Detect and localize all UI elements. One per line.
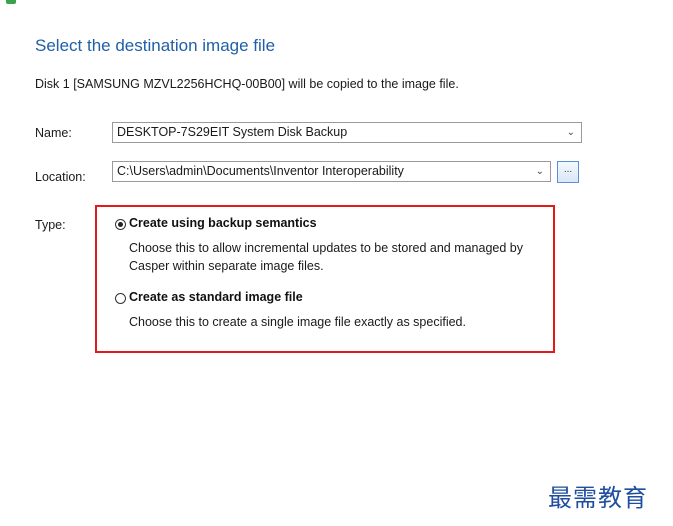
standard-image-title[interactable]: Create as standard image file bbox=[129, 290, 303, 304]
backup-semantics-description: Choose this to allow incremental updates… bbox=[129, 241, 523, 273]
watermark: 最需教育 bbox=[548, 484, 648, 512]
location-value: C:\Users\admin\Documents\Inventor Intero… bbox=[117, 164, 404, 178]
backup-semantics-radio[interactable] bbox=[115, 219, 126, 230]
page-description: Disk 1 [SAMSUNG MZVL2256HCHQ-00B00] will… bbox=[35, 77, 459, 91]
chevron-down-icon[interactable]: ⌄ bbox=[567, 123, 575, 142]
chevron-down-icon[interactable]: ⌄ bbox=[536, 162, 544, 181]
name-value: DESKTOP-7S29EIT System Disk Backup bbox=[117, 125, 348, 139]
backup-semantics-title[interactable]: Create using backup semantics bbox=[129, 216, 317, 230]
cropped-header-strip bbox=[0, 0, 300, 8]
name-label: Name: bbox=[35, 126, 72, 140]
standard-image-description: Choose this to create a single image fil… bbox=[129, 315, 466, 329]
type-label: Type: bbox=[35, 218, 66, 232]
location-combobox[interactable]: C:\Users\admin\Documents\Inventor Intero… bbox=[112, 161, 551, 182]
check-icon bbox=[6, 0, 16, 4]
browse-button[interactable]: ... bbox=[557, 161, 579, 183]
page-title: Select the destination image file bbox=[35, 36, 276, 55]
location-label: Location: bbox=[35, 170, 86, 184]
standard-image-radio[interactable] bbox=[115, 293, 126, 304]
name-combobox[interactable]: DESKTOP-7S29EIT System Disk Backup ⌄ bbox=[112, 122, 582, 143]
